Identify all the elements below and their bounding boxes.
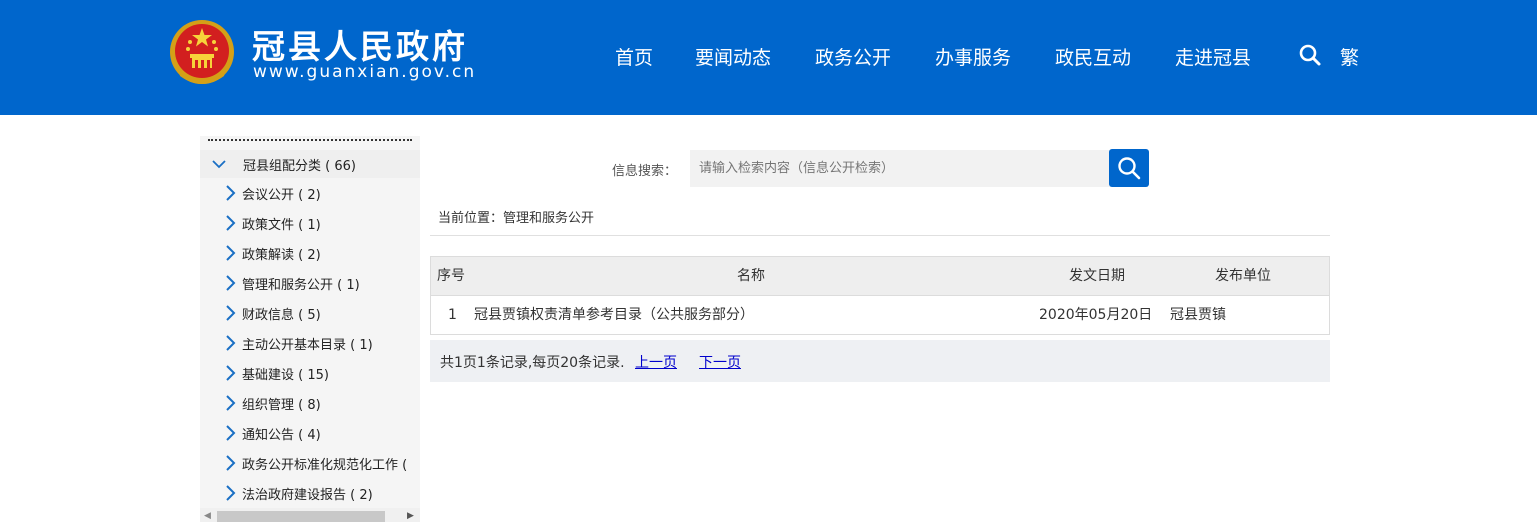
table-row: 1 冠县贾镇权责清单参考目录（公共服务部分） 2020年05月20日 冠县贾镇: [431, 296, 1329, 334]
sidebar-divider: [208, 139, 412, 142]
scroll-right-arrow-icon[interactable]: ▶: [407, 511, 414, 521]
chevron-right-icon: [226, 215, 236, 231]
chevron-right-icon: [226, 365, 236, 381]
tree-item[interactable]: 组织管理 ( 8): [200, 388, 420, 418]
chevron-right-icon: [226, 185, 236, 201]
sidebar-horizontal-scrollbar[interactable]: ◀ ▶: [200, 508, 420, 522]
national-emblem-icon: [170, 20, 234, 84]
tree-item[interactable]: 政策文件 ( 1): [200, 208, 420, 238]
traditional-chinese-toggle[interactable]: 繁: [1340, 43, 1359, 70]
nav-interaction[interactable]: 政民互动: [1055, 43, 1131, 70]
row-name-link[interactable]: 冠县贾镇权责清单参考目录（公共服务部分）: [474, 296, 754, 334]
scroll-left-arrow-icon[interactable]: ◀: [204, 511, 211, 521]
row-unit: 冠县贾镇: [1170, 307, 1226, 323]
tree-item-label: 政务公开标准化规范化工作 (: [242, 458, 408, 473]
search-icon[interactable]: [1298, 43, 1322, 67]
header-index: 序号: [437, 268, 465, 284]
tree-item-label: 法治政府建设报告 ( 2): [242, 488, 373, 503]
tree-item[interactable]: 主动公开基本目录 ( 1): [200, 328, 420, 358]
search-label: 信息搜索：: [612, 164, 678, 179]
nav-gov-affairs[interactable]: 政务公开: [815, 43, 891, 70]
pagination: 共1页1条记录,每页20条记录. 上一页 下一页: [430, 340, 1330, 382]
tree-item-label: 政策文件 ( 1): [242, 218, 321, 233]
chevron-right-icon: [226, 305, 236, 321]
tree-item-label: 通知公告 ( 4): [242, 428, 321, 443]
tree-item[interactable]: 财政信息 ( 5): [200, 298, 420, 328]
pagination-info: 共1页1条记录,每页20条记录.: [440, 355, 625, 371]
tree-item[interactable]: 基础建设 ( 15): [200, 358, 420, 388]
tree-item-label: 政策解读 ( 2): [242, 248, 321, 263]
tree-item[interactable]: 法治政府建设报告 ( 2): [200, 478, 420, 508]
tree-item-label: 管理和服务公开 ( 1): [242, 278, 360, 293]
tree-item-label: 财政信息 ( 5): [242, 308, 321, 323]
nav-about[interactable]: 走进冠县: [1175, 43, 1251, 70]
header-unit: 发布单位: [1215, 268, 1271, 284]
prev-page-link[interactable]: 上一页: [635, 352, 677, 372]
tree-item-label: 主动公开基本目录 ( 1): [242, 338, 373, 353]
chevron-right-icon: [226, 425, 236, 441]
chevron-right-icon: [226, 245, 236, 261]
header-date: 发文日期: [1069, 268, 1125, 284]
chevron-down-icon: [212, 160, 226, 169]
tree-item[interactable]: 通知公告 ( 4): [200, 418, 420, 448]
row-index: 1: [448, 307, 457, 323]
chevron-right-icon: [226, 455, 236, 471]
tree-root[interactable]: 冠县组配分类 ( 66): [200, 150, 420, 178]
site-title[interactable]: 冠县人民政府: [252, 20, 468, 68]
nav-news[interactable]: 要闻动态: [695, 43, 771, 70]
tree-root-label: 冠县组配分类 ( 66): [243, 159, 356, 174]
tree-item-label: 组织管理 ( 8): [242, 398, 321, 413]
tree-item-label: 基础建设 ( 15): [242, 368, 329, 383]
tree-item[interactable]: 管理和服务公开 ( 1): [200, 268, 420, 298]
tree-item-label: 会议公开 ( 2): [242, 188, 321, 203]
chevron-right-icon: [226, 275, 236, 291]
nav-home[interactable]: 首页: [615, 43, 653, 70]
breadcrumb-divider: [430, 235, 1330, 236]
chevron-right-icon: [226, 335, 236, 351]
nav-services[interactable]: 办事服务: [935, 43, 1011, 70]
site-header: 冠县人民政府 www.guanxian.gov.cn 首页 要闻动态 政务公开 …: [0, 0, 1537, 115]
search-button[interactable]: [1109, 149, 1149, 187]
next-page-link[interactable]: 下一页: [699, 352, 741, 372]
row-date: 2020年05月20日: [1039, 307, 1153, 323]
tree-item[interactable]: 政策解读 ( 2): [200, 238, 420, 268]
site-url: www.guanxian.gov.cn: [253, 62, 477, 82]
search-icon: [1118, 157, 1141, 180]
breadcrumb: 当前位置：管理和服务公开: [438, 211, 595, 226]
document-table: 序号 名称 发文日期 发布单位 1 冠县贾镇权责清单参考目录（公共服务部分） 2…: [430, 256, 1330, 335]
tree-item[interactable]: 政务公开标准化规范化工作 (: [200, 448, 420, 478]
scrollbar-thumb[interactable]: [217, 511, 385, 522]
category-sidebar: 冠县组配分类 ( 66) 会议公开 ( 2) 政策文件 ( 1) 政策解读 ( …: [200, 136, 420, 522]
tree-item[interactable]: 会议公开 ( 2): [200, 178, 420, 208]
chevron-right-icon: [226, 485, 236, 501]
chevron-right-icon: [226, 395, 236, 411]
table-header: 序号 名称 发文日期 发布单位: [431, 257, 1329, 296]
header-name: 名称: [737, 268, 765, 284]
search-input[interactable]: [690, 150, 1110, 187]
